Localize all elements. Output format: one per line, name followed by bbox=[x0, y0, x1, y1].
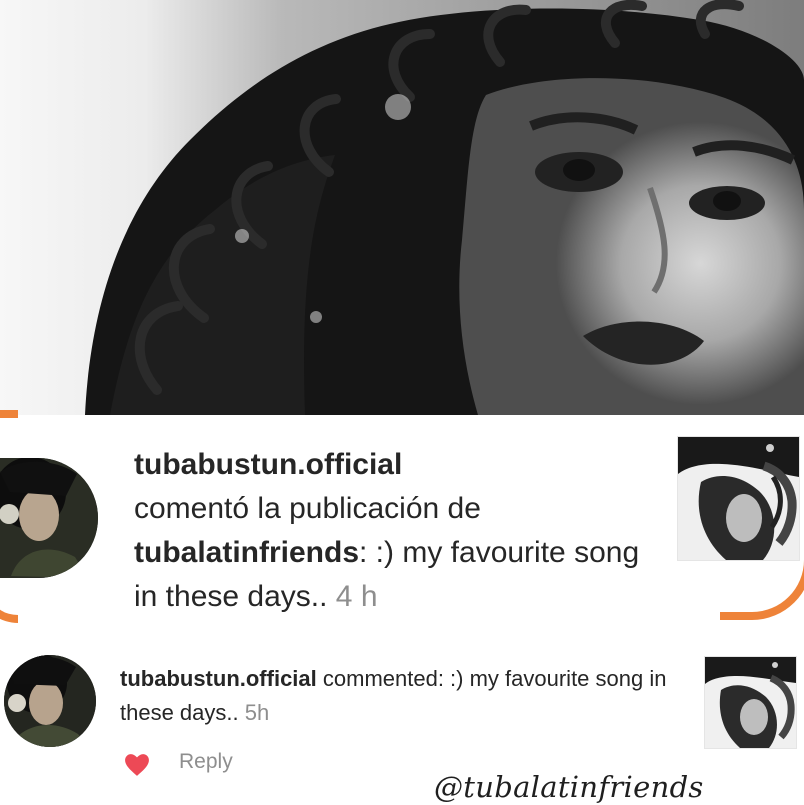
username-link[interactable]: tubabustun.official bbox=[134, 448, 402, 481]
timestamp-secondary: 5h bbox=[244, 700, 270, 725]
post-photo bbox=[0, 0, 804, 415]
thumbnail-image bbox=[678, 437, 799, 560]
action-text: comentó la publicación de bbox=[134, 492, 481, 525]
post-thumbnail-secondary[interactable] bbox=[704, 656, 797, 749]
heart-icon[interactable] bbox=[124, 753, 150, 777]
timestamp: 4 h bbox=[335, 580, 378, 613]
screenshot-stage: tubabustun.official comentó la publicaci… bbox=[0, 0, 804, 805]
comment-notification-text: tubabustun.official commented: :) my fav… bbox=[120, 662, 690, 730]
target-username-link[interactable]: tubalatinfriends bbox=[134, 536, 359, 569]
username-link-secondary[interactable]: tubabustun.official bbox=[120, 666, 317, 691]
portrait-image bbox=[0, 0, 804, 415]
notification-text: tubabustun.official comentó la publicaci… bbox=[134, 443, 664, 619]
thumbnail-image-secondary bbox=[705, 657, 796, 748]
avatar-secondary[interactable] bbox=[4, 655, 96, 747]
avatar-image-secondary bbox=[4, 655, 96, 747]
watermark-text: @tubalatinfriends bbox=[434, 770, 704, 804]
post-thumbnail[interactable] bbox=[677, 436, 800, 561]
reply-button[interactable]: Reply bbox=[179, 750, 233, 774]
